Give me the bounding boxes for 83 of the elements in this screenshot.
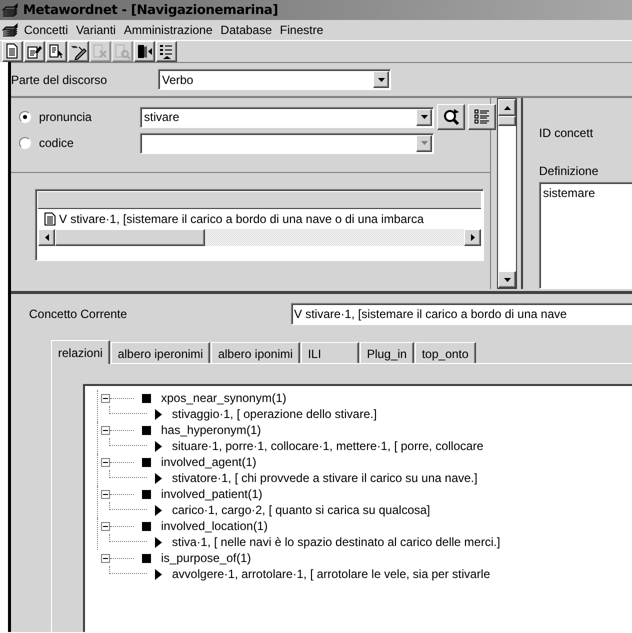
tab[interactable]: ILI [300, 342, 359, 363]
combo-box[interactable]: Verbo [158, 69, 391, 90]
search-button[interactable] [437, 104, 465, 130]
tree-item[interactable]: has_hyperonym(1) [161, 423, 262, 437]
down-arrow-icon [504, 278, 510, 282]
menu-item[interactable]: Amministrazione [120, 23, 217, 37]
books-icon [2, 22, 20, 38]
scrollbar-thumb[interactable] [498, 116, 516, 126]
arrow-icon [155, 408, 162, 420]
bullet-icon [142, 522, 151, 530]
tab[interactable]: top_onto [414, 342, 476, 363]
edit-document-icon [26, 43, 43, 60]
tree-item[interactable]: xpos_near_synonym(1) [161, 391, 286, 405]
arrow-icon [155, 472, 162, 484]
window-title: Metawordnet - [Navigazionemarina] [23, 2, 278, 18]
books-icon [2, 2, 20, 18]
tab[interactable]: Plug_in [360, 342, 414, 363]
definition-field[interactable]: sistemare [539, 182, 632, 289]
tree-item[interactable]: involved_patient(1) [161, 487, 262, 501]
find-document-icon [114, 43, 131, 60]
collapse-icon[interactable] [101, 522, 110, 530]
radio-button[interactable]: pronuncia [19, 109, 137, 125]
toolbar-button[interactable] [2, 41, 23, 62]
scrollbar-thumb[interactable] [55, 229, 205, 246]
list-item[interactable]: V stivare·1, [sistemare il carico a bordo di una nave o di una imbarca [59, 212, 424, 226]
bullet-icon [142, 490, 151, 498]
dropdown-arrow-icon [378, 78, 384, 82]
left-arrow-icon [44, 234, 48, 241]
field-label: Parte del discorso [11, 72, 108, 86]
tree-item[interactable]: avvolgere·1, arrotolare·1, [ arrotolare le vele, sia per stivarle [172, 567, 490, 581]
list-icon [158, 43, 175, 60]
collapse-icon[interactable] [101, 554, 110, 562]
pencil-icon [70, 43, 87, 60]
dropdown-arrow-icon [420, 141, 428, 145]
menu-item[interactable]: Database [216, 23, 276, 37]
delete-document-icon [92, 43, 109, 60]
vertical-scrollbar[interactable] [497, 98, 517, 289]
door-icon [136, 43, 153, 60]
bullet-icon [142, 426, 151, 434]
arrow-icon [155, 440, 162, 452]
arrow-icon [155, 568, 162, 580]
field-label: Definizione [539, 164, 600, 178]
list-button[interactable] [468, 104, 496, 130]
tree-item[interactable]: carico·1, cargo·2, [ quanto si carica su qualcosa] [172, 503, 430, 517]
tab[interactable]: albero iperonimi [110, 342, 210, 363]
tab[interactable]: relazioni [51, 340, 110, 364]
field-label: ID concett [539, 126, 594, 140]
tree-item[interactable]: stiva·1, [ nelle navi è lo spazio destinato al carico delle merci.] [172, 535, 500, 549]
toolbar-button[interactable] [24, 41, 45, 62]
dropdown-arrow-icon [420, 115, 428, 119]
bullet-icon [142, 554, 151, 562]
tab[interactable]: albero iponimi [211, 342, 300, 363]
combo-box[interactable]: stivare [140, 106, 434, 128]
collapse-icon[interactable] [101, 490, 110, 498]
toolbar-button[interactable] [46, 41, 67, 62]
list-icon [474, 108, 490, 126]
up-arrow-icon [504, 106, 510, 110]
menu-item[interactable]: Varianti [72, 23, 120, 37]
collapse-icon[interactable] [101, 394, 110, 402]
tree-item[interactable]: involved_agent(1) [161, 455, 256, 469]
toolbar-button[interactable] [68, 41, 89, 62]
document-pointer-icon [48, 43, 65, 60]
bullet-icon [142, 394, 151, 402]
arrow-icon [155, 536, 162, 548]
tree-item[interactable]: situare·1, porre·1, collocare·1, mettere·1, [ porre, collocare [172, 439, 484, 453]
menu-item[interactable]: Concetti [20, 23, 72, 37]
tree-item[interactable]: is_purpose_of(1) [161, 551, 252, 565]
menu-item[interactable]: Finestre [276, 23, 328, 37]
tree-item[interactable]: stivatore·1, [ chi provvede a stivare il carico su una nave.] [172, 471, 478, 485]
bullet-icon [142, 458, 151, 466]
field-label: Concetto Corrente [29, 307, 128, 321]
toolbar-button[interactable] [156, 41, 177, 62]
arrow-icon [155, 504, 162, 516]
tree-item[interactable]: stivaggio·1, [ operazione dello stivare.] [172, 407, 377, 421]
collapse-icon[interactable] [101, 458, 110, 466]
document-icon [44, 212, 56, 226]
horizontal-scrollbar[interactable] [38, 229, 481, 246]
search-icon [441, 107, 461, 127]
tree-item[interactable]: involved_location(1) [161, 519, 268, 533]
toolbar-button[interactable] [134, 41, 155, 62]
collapse-icon[interactable] [101, 426, 110, 434]
right-arrow-icon [470, 234, 474, 241]
text-field[interactable]: V stivare·1, [sistemare il carico a bordo di una nave [291, 303, 632, 325]
